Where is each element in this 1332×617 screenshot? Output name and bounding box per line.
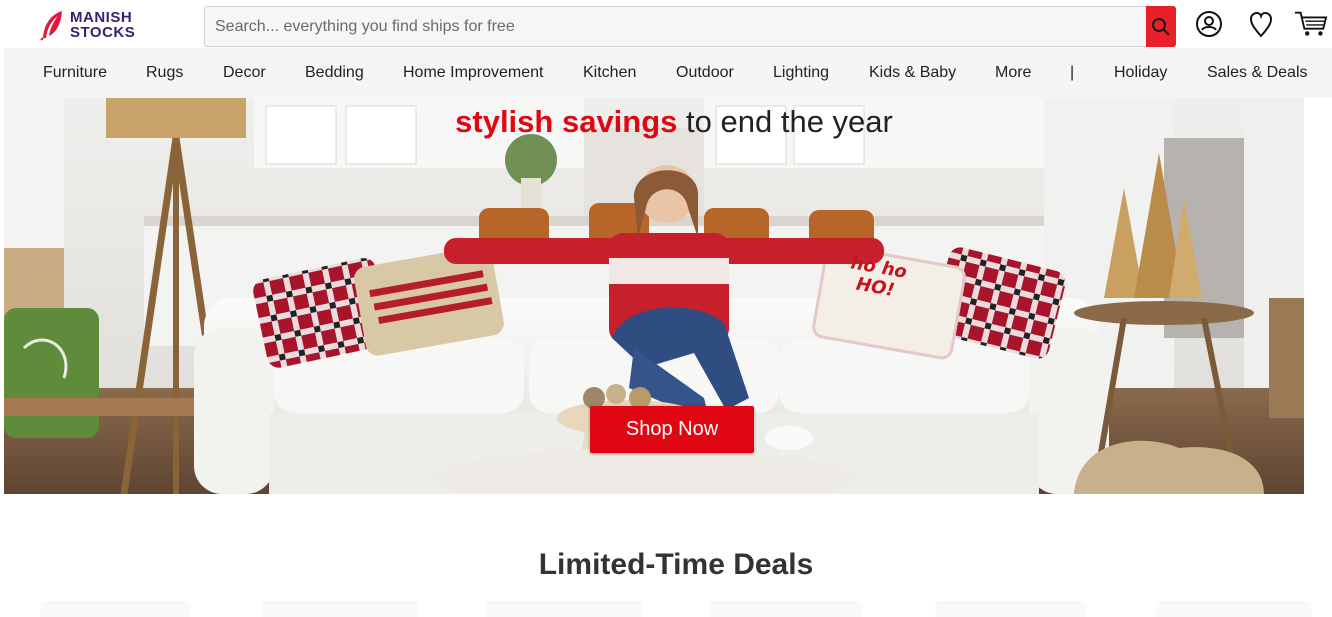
nav-separator: | [1070,64,1075,81]
heart-icon [1249,11,1273,38]
nav-item-holiday[interactable]: Holiday [1114,64,1167,82]
nav-item-kitchen[interactable]: Kitchen [583,64,636,82]
search-bar [204,6,1176,47]
brand-line-2: STOCKS [70,24,136,41]
nav-item-sales-deals[interactable]: Sales & Deals [1207,64,1308,82]
nav-item-more[interactable]: More [995,64,1031,82]
shop-now-button[interactable]: Shop Now [590,406,754,453]
hero-headline-rest: to end the year [677,104,893,139]
deal-card[interactable] [487,604,640,617]
nav-item-bedding[interactable]: Bedding [305,64,364,82]
site-header: MANISH STOCKS [0,0,1332,48]
account-icon [1196,11,1222,37]
deal-card[interactable] [712,604,859,617]
hero-banner[interactable]: stylish savings to end the year ho ho HO… [4,98,1304,494]
deal-card[interactable] [42,604,188,617]
category-nav: Furniture Rugs Decor Bedding Home Improv… [4,48,1332,98]
nav-item-furniture[interactable]: Furniture [43,64,107,82]
search-icon [1152,17,1170,36]
nav-item-kids-baby[interactable]: Kids & Baby [869,64,956,82]
brand-line-1: MANISH [70,9,133,26]
deal-card[interactable] [937,604,1083,617]
nav-item-outdoor[interactable]: Outdoor [676,64,734,82]
account-button[interactable] [1192,8,1226,40]
hero-headline-accent: stylish savings [455,104,678,139]
cart-button[interactable] [1294,8,1328,40]
deal-card[interactable] [1158,604,1310,617]
deal-card[interactable] [263,604,416,617]
nav-item-rugs[interactable]: Rugs [146,64,183,82]
brand-name: MANISH STOCKS [70,10,135,40]
limited-time-deals-heading: Limited-Time Deals [538,548,814,581]
nav-item-home-improvement[interactable]: Home Improvement [403,64,544,82]
hero-headline: stylish savings to end the year [4,104,1304,140]
cart-icon [1294,11,1328,36]
search-input[interactable] [205,7,1146,46]
nav-item-lighting[interactable]: Lighting [773,64,829,82]
search-button[interactable] [1146,6,1176,47]
wishlist-button[interactable] [1244,8,1278,40]
nav-item-decor[interactable]: Decor [223,64,266,82]
feather-logo-icon [40,11,62,41]
brand-logo[interactable]: MANISH STOCKS [40,8,160,42]
